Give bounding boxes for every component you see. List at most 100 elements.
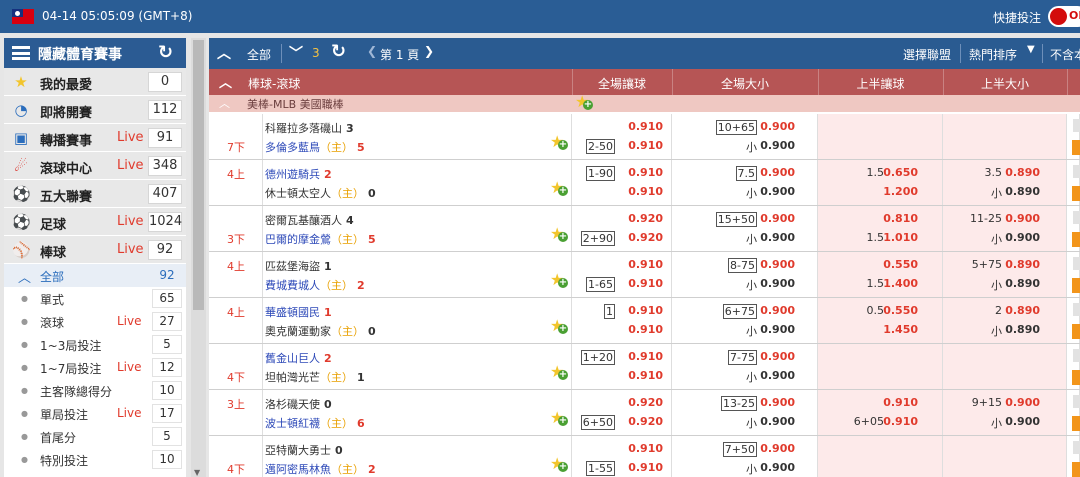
all-label[interactable]: 全部 [247,46,271,63]
select-league-button[interactable]: 選擇聯盟 [903,46,951,63]
collapse-league-icon[interactable]: ︿ [219,95,230,111]
sidebar-item[interactable]: ★ 我的最愛 0 [4,68,186,96]
sidebar-item[interactable]: ⚾ 棒球 Live 92 [4,236,186,264]
odds-button[interactable]: 0.900 [760,139,795,152]
scroll-down-icon[interactable]: ▼ [194,468,200,477]
odds-button[interactable]: 0.910 [628,461,663,474]
odds-button[interactable]: 0.920 [628,396,663,409]
odds-button[interactable]: 0.900 [760,304,795,317]
sidebar-item[interactable]: ⚽ 足球 Live 1024 [4,208,186,236]
more-bets-button[interactable] [1072,324,1080,339]
odds-button[interactable]: 0.910 [883,396,918,409]
next-page-icon[interactable]: ❯ [424,44,434,58]
odds-button[interactable]: 0.900 [760,231,795,244]
odds-button[interactable]: 0.900 [1005,212,1040,225]
odds-button[interactable]: 0.910 [628,350,663,363]
odds-button[interactable]: 0.900 [760,442,795,455]
odds-button[interactable]: 0.910 [628,120,663,133]
sort-dropdown[interactable]: 熱門排序 [969,46,1017,63]
sidebar-subitem[interactable]: ● 首尾分 5 [4,425,186,448]
odds-button[interactable]: 0.900 [760,415,795,428]
odds-button[interactable]: 0.890 [1005,323,1040,336]
sidebar-scrollbar[interactable]: ▼ [191,38,206,477]
sidebar-item[interactable]: ☄ 滾球中心 Live 348 [4,152,186,180]
more-bets-button[interactable] [1072,416,1080,431]
scrollbar-thumb[interactable] [193,40,204,310]
collapse-all-icon[interactable]: ︿ [217,43,231,63]
odds-button[interactable]: 0.900 [760,369,795,382]
odds-button[interactable]: 0.900 [760,212,795,225]
more-bets-button[interactable] [1072,232,1080,247]
league-row[interactable]: ︿ 美棒-MLB 美國職棒 ★ + [209,94,1080,112]
odds-button[interactable]: 0.810 [883,212,918,225]
odds-button[interactable]: 0.900 [760,396,795,409]
add-favorite-icon[interactable]: ★ + [550,226,568,242]
more-bets-button[interactable] [1072,462,1080,477]
odds-button[interactable]: 0.900 [760,350,795,363]
chevron-down-icon[interactable]: ﹀ [289,43,303,63]
odds-button[interactable]: 0.900 [760,461,795,474]
more-bets-button[interactable] [1072,278,1080,293]
sidebar-subitem[interactable]: ● 單局投注 Live 17 [4,402,186,425]
add-favorite-icon[interactable]: ★ + [550,134,568,150]
odds-button[interactable]: 0.910 [628,277,663,290]
odds-button[interactable]: 0.910 [628,304,663,317]
sidebar-item[interactable]: ▣ 轉播賽事 Live 91 [4,124,186,152]
sidebar-subitem[interactable]: ● 滾球 Live 27 [4,310,186,333]
add-favorite-icon[interactable]: ★ + [550,456,568,472]
odds-button[interactable]: 0.900 [760,120,795,133]
odds-button[interactable]: 0.890 [1005,258,1040,271]
add-favorite-icon[interactable]: ★ + [550,180,568,196]
sidebar-item[interactable]: ⚽ 五大聯賽 407 [4,180,186,208]
odds-button[interactable]: 0.900 [1005,415,1040,428]
odds-button[interactable]: 1.010 [883,231,918,244]
add-favorite-icon[interactable]: ★ + [550,410,568,426]
odds-button[interactable]: 1.400 [883,277,918,290]
add-favorite-icon[interactable]: ★ + [550,272,568,288]
odds-button[interactable]: 0.910 [628,139,663,152]
refresh-icon[interactable]: ↻ [158,43,173,63]
collapse-sport-icon[interactable]: ︿ [219,72,232,91]
add-favorite-icon[interactable]: ★ + [550,364,568,380]
odds-button[interactable]: 0.890 [1005,166,1040,179]
odds-button[interactable]: 0.900 [760,185,795,198]
add-favorite-icon[interactable]: ★ + [550,318,568,334]
sidebar-subitem[interactable]: ● 單式 65 [4,287,186,310]
add-favorite-icon[interactable]: ★ + [575,94,593,110]
odds-button[interactable]: 0.910 [628,185,663,198]
odds-button[interactable]: 0.910 [628,369,663,382]
more-bets-button[interactable] [1072,186,1080,201]
sidebar-subitem[interactable]: ● 1~7局投注 Live 12 [4,356,186,379]
chevron-down-icon[interactable]: ▼ [1027,44,1035,55]
odds-button[interactable]: 0.920 [628,212,663,225]
sidebar-item[interactable]: ◔ 即將開賽 112 [4,96,186,124]
odds-button[interactable]: 0.920 [628,231,663,244]
odds-button[interactable]: 0.900 [760,277,795,290]
odds-button[interactable]: 0.650 [883,166,918,179]
menu-icon[interactable] [12,46,30,60]
sidebar-subitem[interactable]: ● 主客隊總得分 10 [4,379,186,402]
odds-button[interactable]: 0.890 [1005,304,1040,317]
odds-button[interactable]: 0.900 [760,258,795,271]
odds-button[interactable]: 0.890 [1005,185,1040,198]
refresh-icon[interactable]: ↻ [331,41,346,62]
odds-button[interactable]: 0.900 [760,166,795,179]
sidebar-subitem[interactable]: ︿ 全部 92 [4,264,186,287]
more-bets-button[interactable] [1072,370,1080,385]
odds-button[interactable]: 1.200 [883,185,918,198]
exclude-toggle[interactable]: 不含本 [1050,46,1080,63]
more-bets-button[interactable] [1072,140,1080,155]
odds-button[interactable]: 1.450 [883,323,918,336]
prev-page-icon[interactable]: ❮ [367,44,377,58]
odds-button[interactable]: 0.900 [1005,231,1040,244]
odds-button[interactable]: 0.550 [883,304,918,317]
sidebar-subitem[interactable]: ● 特別投注 10 [4,448,186,471]
odds-button[interactable]: 0.900 [760,323,795,336]
odds-button[interactable]: 0.890 [1005,277,1040,290]
sidebar-title[interactable]: 隱藏體育賽事 [38,44,122,64]
odds-button[interactable]: 0.550 [883,258,918,271]
sidebar-subitem[interactable]: ● 1~3局投注 5 [4,333,186,356]
odds-button[interactable]: 0.910 [628,166,663,179]
odds-button[interactable]: 0.910 [628,258,663,271]
odds-button[interactable]: 0.920 [628,415,663,428]
